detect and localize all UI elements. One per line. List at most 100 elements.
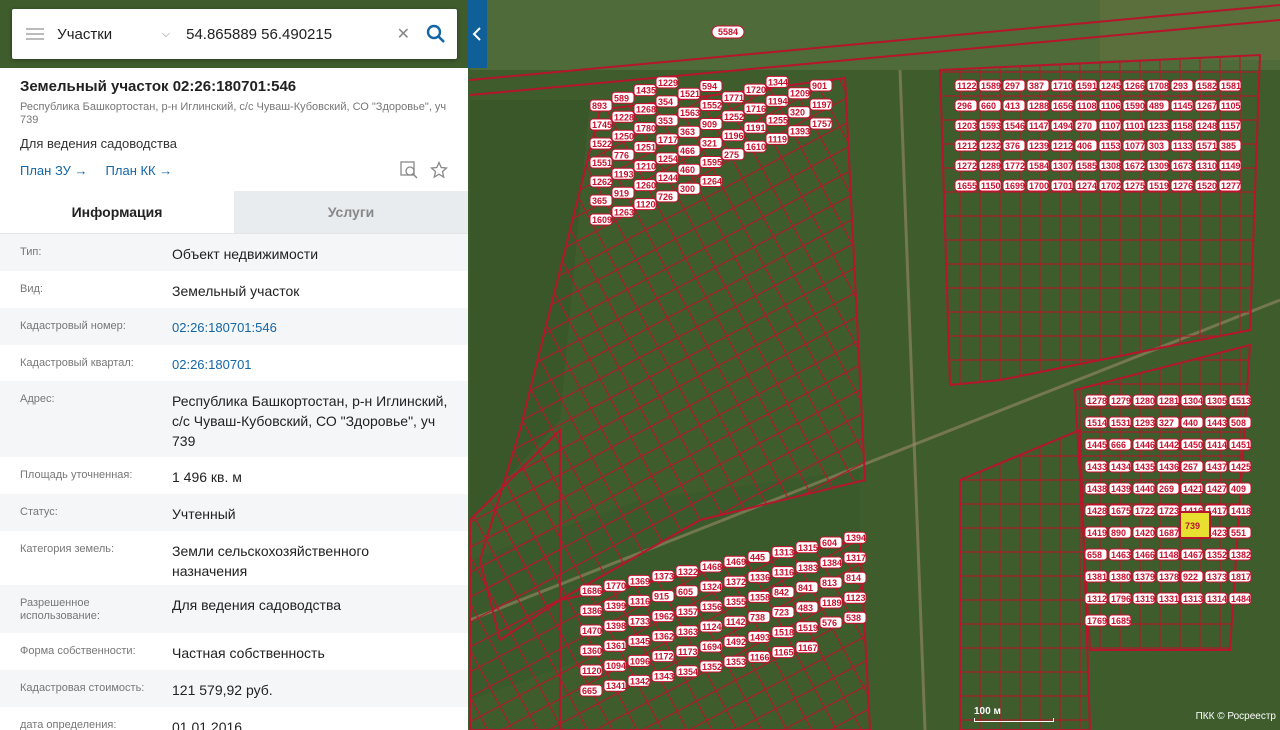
svg-text:538: 538: [846, 613, 861, 623]
plot-label: 269: [1156, 482, 1180, 495]
svg-text:1268: 1268: [636, 105, 656, 115]
plot-label: 1418: [1228, 504, 1252, 517]
svg-text:1167: 1167: [798, 643, 818, 653]
svg-text:1520: 1520: [1197, 181, 1217, 191]
tab-services[interactable]: Услуги: [234, 191, 468, 233]
plot-label: 1266: [1122, 79, 1146, 92]
svg-text:605: 605: [678, 587, 693, 597]
star-icon[interactable]: [430, 161, 448, 179]
plot-label: 1354: [675, 665, 699, 678]
plot-label: 1435: [1132, 460, 1156, 473]
svg-text:1467: 1467: [1183, 550, 1203, 560]
svg-text:1435: 1435: [1135, 462, 1155, 472]
svg-text:1165: 1165: [774, 648, 794, 658]
plan-kk-link[interactable]: План КК →: [106, 163, 173, 178]
svg-text:1280: 1280: [1135, 396, 1155, 406]
plot-label: 893: [589, 99, 613, 112]
property-link[interactable]: 02:26:180701: [172, 345, 448, 375]
property-link[interactable]: 02:26:180701:546: [172, 308, 448, 338]
plot-label: 1770: [603, 579, 627, 592]
svg-text:1262: 1262: [592, 177, 612, 187]
svg-text:303: 303: [1149, 141, 1164, 151]
svg-text:321: 321: [702, 139, 717, 149]
svg-text:1771: 1771: [724, 93, 744, 103]
plot-label: 1324: [699, 580, 723, 593]
svg-text:1438: 1438: [1087, 484, 1107, 494]
plot-label: 1595: [699, 156, 723, 168]
svg-text:1077: 1077: [1125, 141, 1145, 151]
plot-label: 1513: [1228, 394, 1252, 407]
plot-label: 1106: [1098, 99, 1122, 112]
plot-label: 1701: [1050, 179, 1074, 192]
svg-text:666: 666: [1111, 440, 1126, 450]
svg-text:1420: 1420: [1135, 528, 1155, 538]
search-button[interactable]: [416, 9, 457, 59]
plot-label: 1358: [747, 590, 771, 603]
layers-icon[interactable]: [12, 9, 57, 59]
tab-info[interactable]: Информация: [0, 191, 234, 233]
svg-text:660: 660: [981, 101, 996, 111]
svg-text:1244: 1244: [658, 173, 678, 183]
plot-label: 1796: [1108, 592, 1132, 605]
svg-text:576: 576: [822, 618, 837, 628]
plot-label: 1239: [1026, 139, 1050, 152]
svg-text:1386: 1386: [582, 606, 602, 616]
property-value: 1 496 кв. м: [172, 469, 242, 485]
property-key: Статус:: [20, 506, 58, 518]
plot-label: 1331: [1156, 592, 1180, 605]
svg-text:1723: 1723: [1159, 506, 1179, 516]
svg-text:1419: 1419: [1087, 528, 1107, 538]
svg-text:1094: 1094: [606, 661, 626, 671]
plan-zu-link[interactable]: План ЗУ →: [20, 163, 88, 178]
plot-label: 293: [1170, 79, 1194, 92]
selected-parcel[interactable]: 739: [1179, 511, 1211, 539]
svg-text:841: 841: [798, 583, 813, 593]
svg-text:327: 327: [1159, 418, 1174, 428]
plot-label: 1399: [603, 599, 627, 612]
plot-label: 1381: [1084, 570, 1108, 583]
svg-text:5584: 5584: [718, 27, 738, 37]
svg-text:1212: 1212: [1053, 141, 1073, 151]
parcel-address: Республика Башкортостан, р-н Иглинский, …: [20, 101, 447, 126]
search-input[interactable]: [180, 25, 392, 43]
svg-text:1250: 1250: [614, 131, 634, 141]
svg-text:1962: 1962: [654, 612, 674, 622]
plot-label: 320: [787, 106, 811, 119]
plot-label: 1466: [1132, 548, 1156, 561]
svg-text:1610: 1610: [746, 142, 766, 152]
svg-text:365: 365: [592, 196, 607, 206]
plot-label: 1345: [627, 634, 651, 647]
collapse-panel-button[interactable]: [467, 0, 487, 68]
svg-text:890: 890: [1111, 528, 1126, 538]
plot-label: 1610: [743, 140, 767, 153]
svg-text:1281: 1281: [1159, 396, 1179, 406]
property-key: Адрес:: [20, 393, 55, 405]
search-type-select[interactable]: Участки ⌵: [57, 26, 180, 43]
property-row: Адрес: Республика Башкортостан, р-н Иглин…: [0, 381, 468, 457]
svg-text:1582: 1582: [1197, 81, 1217, 91]
chevron-down-icon: ⌵: [161, 27, 171, 40]
plot-label: 1675: [1108, 504, 1132, 517]
property-row: Разрешенное использование: Для ведения са…: [0, 585, 468, 633]
svg-text:1552: 1552: [702, 101, 722, 111]
plot-label: 1469: [723, 555, 747, 568]
svg-text:1733: 1733: [630, 616, 650, 626]
plot-label: 1723: [1156, 504, 1180, 517]
property-value: Земельный участок: [172, 283, 300, 299]
plot-label: 1434: [1108, 460, 1132, 473]
svg-text:1590: 1590: [1125, 101, 1145, 111]
plot-label: 1133: [1170, 139, 1194, 152]
svg-text:1609: 1609: [592, 215, 612, 225]
svg-text:1378: 1378: [1159, 572, 1179, 582]
clear-icon[interactable]: ✕: [391, 24, 415, 44]
plot-label: 1262: [589, 175, 613, 188]
plot-label: 1745: [589, 118, 613, 131]
svg-text:1313: 1313: [774, 548, 794, 558]
zoom-to-icon[interactable]: [400, 161, 418, 179]
svg-text:1120: 1120: [582, 666, 602, 676]
plot-label: 1379: [1132, 570, 1156, 583]
svg-text:1133: 1133: [1173, 141, 1193, 151]
plot-label: 1398: [603, 619, 627, 632]
plot-label: 1342: [627, 674, 651, 687]
plot-label: 738: [747, 610, 771, 623]
